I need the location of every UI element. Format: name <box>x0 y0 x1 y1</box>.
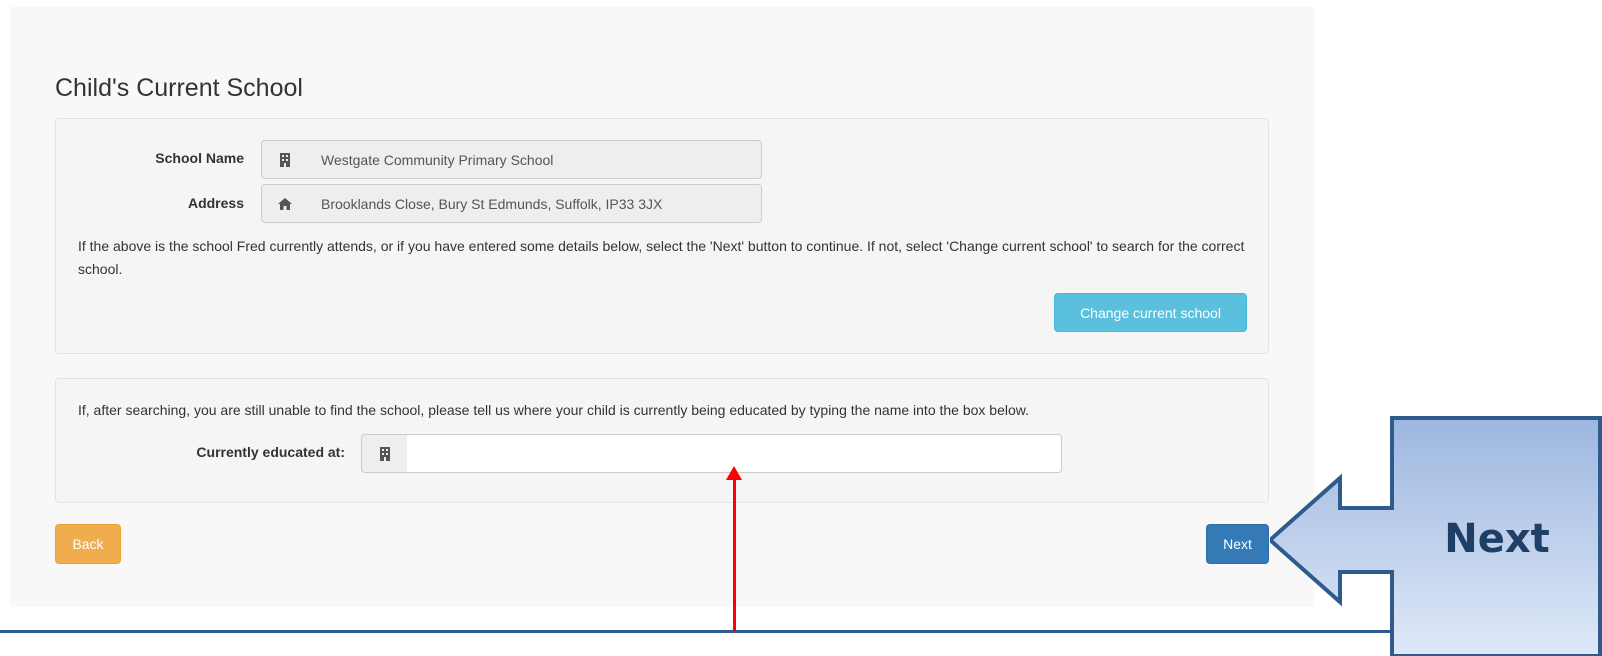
next-callout-label: Next <box>1444 516 1550 562</box>
building-icon <box>361 434 408 473</box>
home-icon <box>261 184 308 223</box>
building-icon <box>261 140 308 179</box>
educated-at-label: Currently educated at: <box>196 444 345 460</box>
next-button[interactable]: Next <box>1206 524 1269 564</box>
divider-line <box>0 630 1394 633</box>
address-label: Address <box>187 195 244 211</box>
back-button[interactable]: Back <box>55 524 121 564</box>
school-name-label: School Name <box>155 150 244 166</box>
current-school-help-text: If the above is the school Fred currentl… <box>78 238 1245 277</box>
school-name-field[interactable]: Westgate Community Primary School <box>307 140 762 179</box>
change-current-school-button[interactable]: Change current school <box>1054 293 1247 332</box>
red-pointer-line <box>733 474 736 632</box>
manual-entry-help-text: If, after searching, you are still unabl… <box>78 402 1030 418</box>
address-field[interactable]: Brooklands Close, Bury St Edmunds, Suffo… <box>307 184 762 223</box>
page-title: Child's Current School <box>55 74 303 102</box>
red-pointer-arrowhead <box>726 466 742 480</box>
